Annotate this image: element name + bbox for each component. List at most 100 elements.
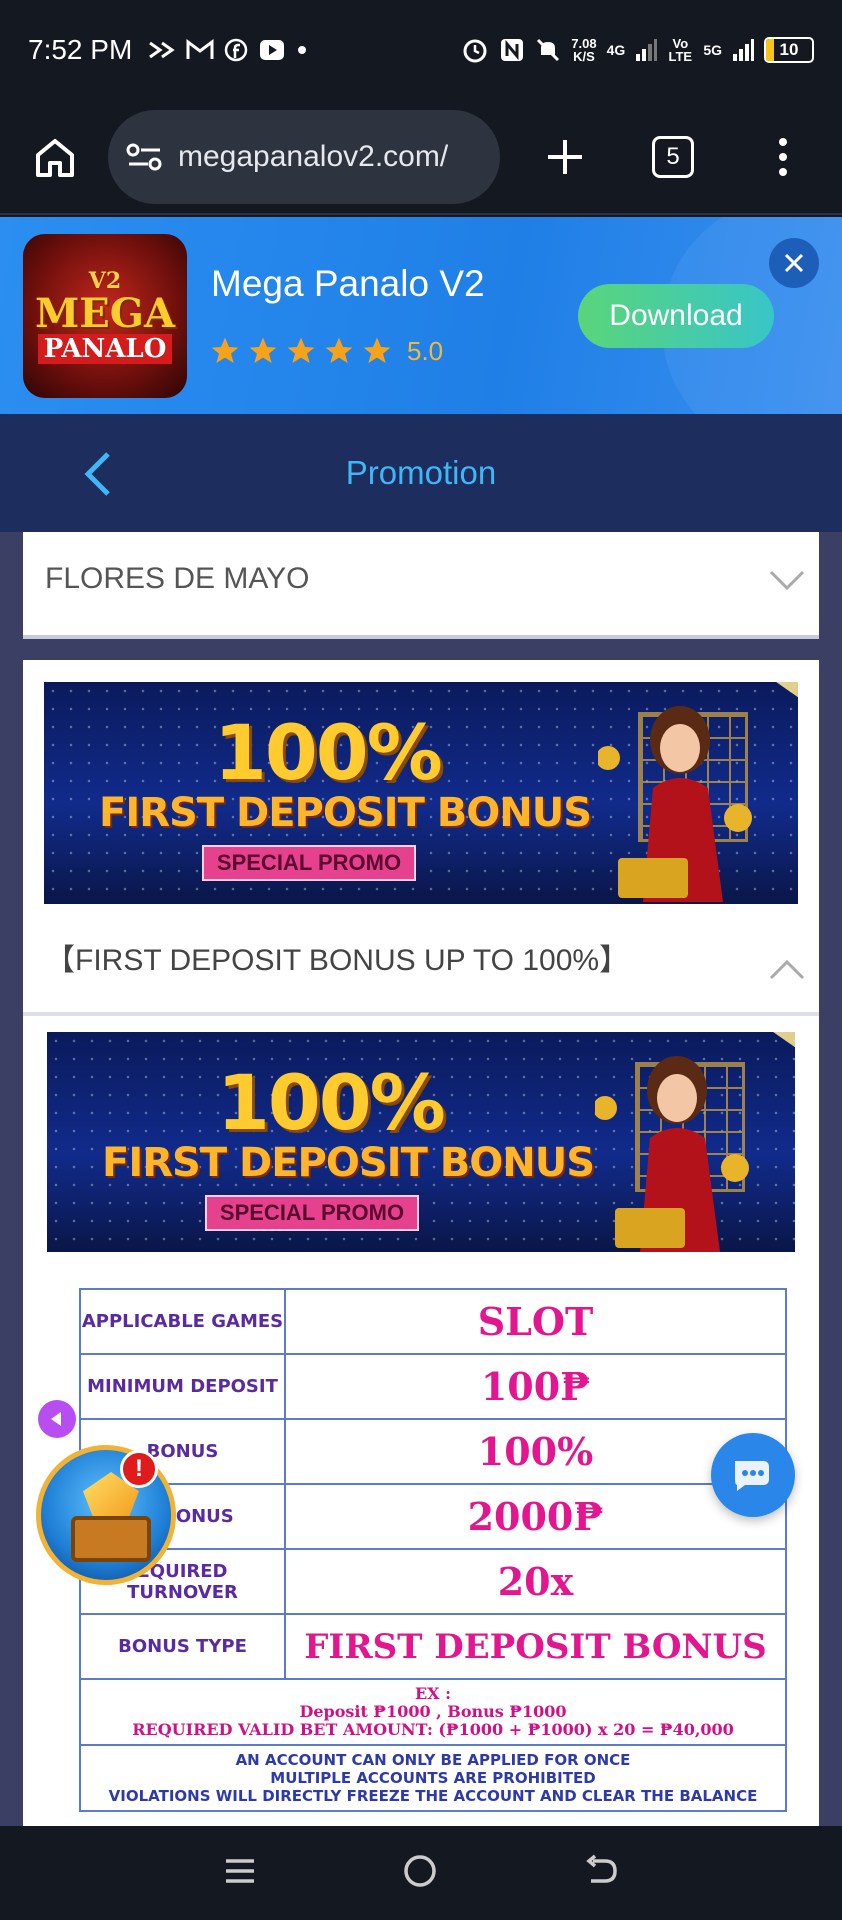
url-text: megapanalov2.com/: [178, 139, 449, 173]
promo-item-collapsed[interactable]: FLORES DE MAYO: [23, 532, 819, 639]
example-line: EX :: [414, 1684, 452, 1703]
table-row: APPLICABLE GAMES SLOT: [79, 1288, 787, 1355]
table-value: 2000₱: [284, 1483, 787, 1550]
browser-menu-button[interactable]: [752, 126, 814, 188]
signal-volte: Vo LTE: [668, 36, 693, 64]
plus-icon: [548, 139, 582, 174]
battery-icon: 10: [764, 37, 814, 63]
page-header: Promotion: [0, 414, 842, 532]
hostess-illustration: [595, 1056, 749, 1252]
table-label: MINIMUM DEPOSIT: [79, 1353, 286, 1420]
notification-icons: [148, 38, 308, 62]
gmail-icon: [186, 39, 214, 59]
mute-icon: [537, 38, 560, 62]
rating-value: 5.0: [407, 335, 444, 366]
more-dot-icon: [298, 46, 307, 54]
star-icon: [211, 337, 239, 363]
logo-mega: MEGA: [35, 290, 175, 337]
signal-4g: 4G: [606, 42, 626, 58]
recent-apps-button[interactable]: [223, 1854, 257, 1893]
home-icon: [36, 138, 74, 177]
table-value: SLOT: [284, 1288, 787, 1355]
status-time: 7:52 PM: [28, 34, 133, 65]
promo-details-table: APPLICABLE GAMES SLOT MINIMUM DEPOSIT 10…: [79, 1288, 787, 1812]
rule-line: VIOLATIONS WILL DIRECTLY FREEZE THE ACCO…: [108, 1787, 758, 1805]
more-vert-icon: [779, 137, 787, 176]
signal-bars-icon: [636, 39, 658, 61]
signal-5g: 5G: [703, 42, 722, 58]
chat-support-button[interactable]: [711, 1433, 795, 1517]
facebook-icon: [225, 38, 248, 62]
rule-line: MULTIPLE ACCOUNTS ARE PROHIBITED: [270, 1769, 596, 1787]
star-icon: [325, 337, 353, 363]
table-row: BONUS TYPE FIRST DEPOSIT BONUS: [79, 1613, 787, 1680]
triangle-left-icon: [51, 1412, 61, 1426]
star-icon: [363, 337, 391, 363]
promo-title: FLORES DE MAYO: [45, 562, 310, 595]
page-title: Promotion: [345, 454, 497, 491]
chat-bubble-icon: [735, 1461, 769, 1491]
table-row-example: EX : Deposit ₱1000 , Bonus ₱1000 REQUIRE…: [79, 1678, 787, 1746]
browser-toolbar: megapanalov2.com/ 5: [0, 100, 842, 215]
system-nav-bar: [0, 1826, 842, 1920]
link-icon: [149, 41, 175, 59]
address-bar[interactable]: megapanalov2.com/: [108, 109, 500, 204]
promo-detail-banner: 100% FIRST DEPOSIT BONUS SPECIAL PROMO: [47, 1032, 795, 1252]
banner-tag: SPECIAL PROMO: [202, 845, 416, 881]
new-tab-button[interactable]: [534, 126, 596, 188]
close-banner-button[interactable]: [769, 238, 819, 288]
chest-icon: [71, 1516, 151, 1562]
tab-count: 5: [652, 135, 694, 178]
chevron-down-icon[interactable]: [767, 560, 807, 600]
logo-panalo: PANALO: [37, 334, 173, 364]
app-logo: V2 MEGA PANALO: [23, 234, 187, 398]
signal-bars-icon-2: [733, 39, 754, 61]
table-row-rules: AN ACCOUNT CAN ONLY BE APPLIED FOR ONCE …: [79, 1744, 787, 1812]
youtube-icon: [260, 40, 285, 60]
close-icon: [784, 253, 804, 273]
site-settings-icon[interactable]: [126, 141, 164, 173]
example-note: EX : Deposit ₱1000 , Bonus ₱1000 REQUIRE…: [79, 1678, 787, 1746]
promo-banner[interactable]: 100% FIRST DEPOSIT BONUS SPECIAL PROMO: [44, 682, 798, 904]
collapse-float-button[interactable]: [38, 1400, 76, 1438]
promo-title: 【FIRST DEPOSIT BONUS UP TO 100%】: [45, 944, 630, 977]
banner-tag: SPECIAL PROMO: [205, 1195, 419, 1231]
net-speed: 7.08 K/S: [571, 36, 597, 64]
nfc-icon: [501, 39, 524, 61]
alert-badge: !: [120, 1450, 158, 1488]
status-bar: 7:52 PM 7.08 K/S 4G Vo LTE 5G 10: [0, 0, 842, 100]
home-nav-button[interactable]: [402, 1853, 438, 1894]
table-row: MINIMUM DEPOSIT 100₱: [79, 1353, 787, 1420]
tab-switcher-button[interactable]: 5: [642, 126, 704, 188]
banner-headline: FIRST DEPOSIT BONUS: [102, 1140, 595, 1186]
table-row: EQUIRED TURNOVER 20x: [79, 1548, 787, 1615]
app-name: Mega Panalo V2: [211, 263, 485, 304]
example-line: Deposit ₱1000 , Bonus ₱1000: [299, 1702, 567, 1721]
rule-line: AN ACCOUNT CAN ONLY BE APPLIED FOR ONCE: [235, 1751, 631, 1769]
table-value: FIRST DEPOSIT BONUS: [284, 1613, 787, 1680]
table-label: APPLICABLE GAMES: [79, 1288, 286, 1355]
chevron-up-icon[interactable]: [767, 950, 807, 990]
banner-percent: 100%: [217, 1058, 446, 1147]
rules-note: AN ACCOUNT CAN ONLY BE APPLIED FOR ONCE …: [79, 1744, 787, 1812]
battery-level: 10: [779, 40, 799, 59]
hostess-illustration: [598, 706, 752, 902]
rating-stars: 5.0: [209, 335, 443, 367]
back-nav-button[interactable]: [583, 1853, 619, 1894]
table-value: 20x: [284, 1548, 787, 1615]
table-row: IM BONUS 2000₱: [79, 1483, 787, 1550]
menu-icon: [225, 1858, 254, 1883]
home-button[interactable]: [24, 126, 86, 188]
banner-percent: 100%: [214, 708, 443, 797]
system-icons: 7.08 K/S 4G Vo LTE 5G 10: [461, 36, 814, 64]
download-button[interactable]: Download: [578, 284, 774, 348]
circle-icon: [404, 1854, 436, 1887]
app-install-banner: V2 MEGA PANALO Mega Panalo V2 5.0 Downlo…: [0, 217, 842, 414]
table-label: BONUS TYPE: [79, 1613, 286, 1680]
alarm-icon: [463, 39, 487, 63]
example-line: REQUIRED VALID BET AMOUNT: (₱1000 + ₱100…: [132, 1720, 734, 1739]
star-icon: [287, 337, 315, 363]
table-row: BONUS 100%: [79, 1418, 787, 1485]
divider: [23, 1012, 819, 1016]
star-icon: [249, 337, 277, 363]
